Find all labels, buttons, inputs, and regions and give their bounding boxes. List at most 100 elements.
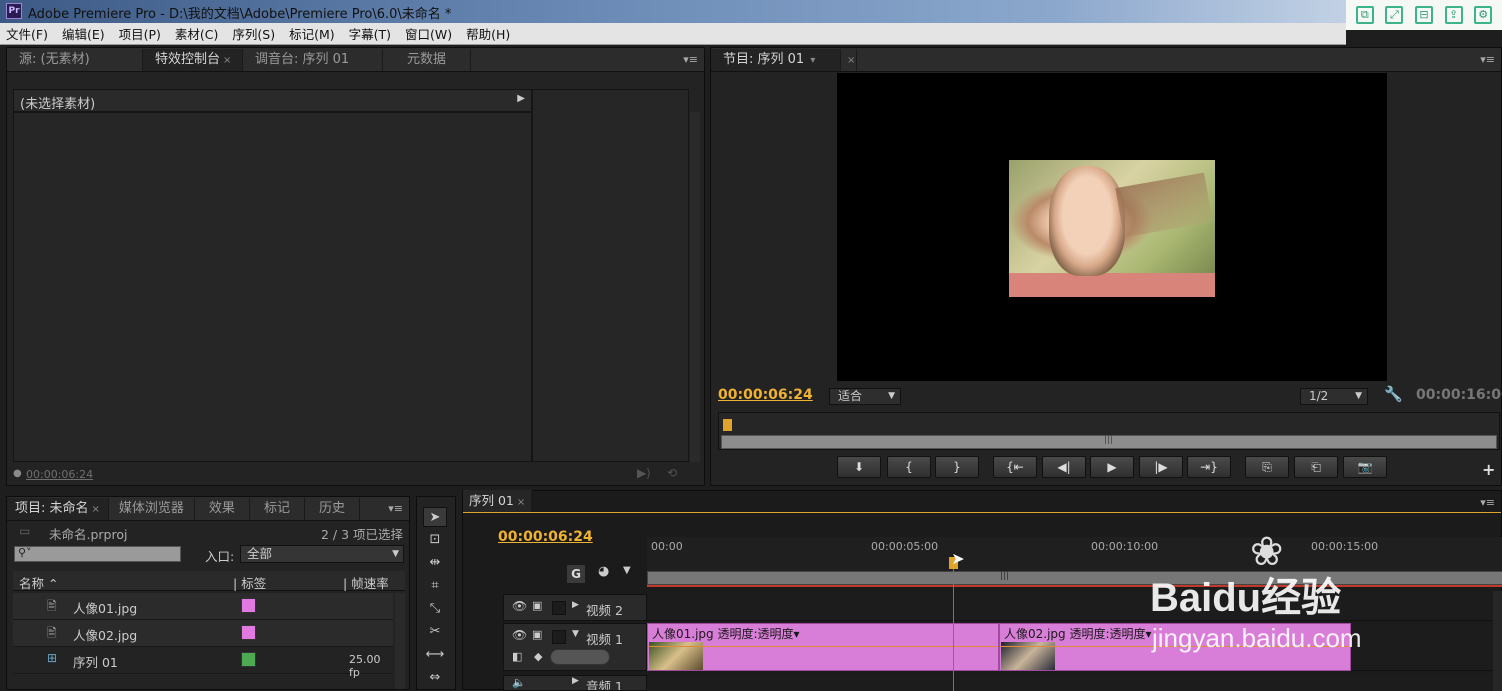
timeline-current-time[interactable]: 00:00:06:24 — [498, 529, 593, 545]
mark-in-button[interactable]: { — [887, 456, 931, 478]
program-time-ruler[interactable]: ||| — [718, 412, 1500, 450]
expand-arrow-icon[interactable]: ▶ — [517, 93, 525, 104]
project-item-row[interactable]: ⊞ 序列 01 25.00 fp — [13, 647, 393, 679]
expand-arrow-icon[interactable]: ▶ — [572, 676, 579, 686]
project-item-row[interactable]: 🖹 人像02.jpg — [13, 620, 393, 647]
add-marker-button[interactable]: ⬇ — [837, 456, 881, 478]
column-name[interactable]: 名称 ⌃ — [19, 573, 58, 592]
globe-marker-icon[interactable]: ◕ — [598, 564, 609, 579]
panel-menu-icon[interactable]: ▾≡ — [388, 502, 403, 515]
panel-menu-icon[interactable]: ▾≡ — [1480, 496, 1495, 509]
keyframe-navigator[interactable] — [550, 649, 610, 665]
display-style-icon[interactable]: ◧ — [512, 650, 522, 663]
menu-marker[interactable]: 标记(M) — [289, 24, 335, 43]
selection-tool-icon[interactable]: ➤ — [423, 507, 447, 527]
window-button-settings[interactable]: ⚙ — [1474, 6, 1493, 24]
menu-edit[interactable]: 编辑(E) — [62, 24, 105, 43]
tab-markers[interactable]: 标记 — [250, 498, 305, 520]
timeline-clip[interactable]: 人像01.jpg 透明度:透明度▾ — [647, 623, 999, 671]
close-icon[interactable]: × — [847, 55, 855, 66]
dropdown-icon[interactable]: ▾ — [807, 55, 815, 66]
go-to-out-button[interactable]: ⇥} — [1187, 456, 1231, 478]
vertical-scrollbar[interactable] — [395, 593, 405, 689]
lift-button[interactable]: ⎘ — [1245, 456, 1289, 478]
export-frame-button[interactable]: 📷 — [1343, 456, 1387, 478]
resolution-select[interactable]: 1/2 ▼ — [1300, 388, 1368, 405]
opacity-line[interactable] — [648, 646, 998, 647]
panel-menu-icon[interactable]: ▾≡ — [1480, 53, 1495, 66]
tab-sequence[interactable]: 序列 01 × — [463, 490, 533, 512]
menu-file[interactable]: 文件(F) — [6, 24, 48, 43]
wrench-icon[interactable]: 🔧 — [1384, 385, 1403, 403]
snap-icon[interactable]: G — [567, 565, 585, 583]
window-button-restore[interactable]: ⧉ — [1355, 6, 1374, 24]
track-select-tool-icon[interactable]: ⊡ — [423, 530, 447, 550]
project-item-row[interactable]: 🖹 人像01.jpg — [13, 593, 393, 620]
menu-help[interactable]: 帮助(H) — [466, 24, 510, 43]
go-to-in-button[interactable]: {⇤ — [993, 456, 1037, 478]
extract-button[interactable]: ⎗ — [1294, 456, 1338, 478]
add-marker-icon[interactable]: ▼ — [623, 565, 631, 576]
close-icon[interactable]: × — [92, 504, 100, 515]
menu-window[interactable]: 窗口(W) — [405, 24, 452, 43]
keyframe-icon[interactable]: ◆ — [534, 650, 542, 663]
tab-source[interactable]: 源: (无素材) — [7, 49, 143, 71]
window-button-share[interactable]: ⇪ — [1444, 6, 1463, 24]
add-button-icon[interactable]: + — [1482, 460, 1495, 479]
step-forward-button[interactable]: |▶ — [1139, 456, 1183, 478]
eye-icon[interactable]: 👁 — [512, 628, 527, 642]
window-button-expand[interactable]: ⤢ — [1385, 6, 1404, 24]
step-back-button[interactable]: ◀| — [1042, 456, 1086, 478]
razor-tool-icon[interactable]: ✂ — [423, 622, 447, 642]
tab-effects[interactable]: 效果 — [195, 498, 250, 520]
collapse-arrow-icon[interactable]: ▼ — [572, 629, 579, 639]
tab-close[interactable]: × — [841, 49, 857, 71]
play-button[interactable]: ▶ — [1090, 456, 1134, 478]
search-input[interactable]: ⚲˅ — [14, 546, 181, 562]
vertical-scrollbar[interactable] — [690, 112, 700, 462]
program-current-time[interactable]: 00:00:06:24 — [718, 387, 813, 403]
tab-program[interactable]: 节目: 序列 01 ▾ — [711, 49, 841, 71]
menu-project[interactable]: 项目(P) — [119, 24, 161, 43]
effect-timecode[interactable]: 00:00:06:24 — [26, 468, 93, 481]
vertical-scrollbar[interactable] — [1493, 591, 1502, 691]
in-select[interactable]: 全部 ▼ — [240, 545, 404, 563]
target-toggle[interactable] — [552, 630, 566, 644]
label-color-swatch[interactable] — [241, 625, 256, 640]
label-color-swatch[interactable] — [241, 652, 256, 667]
menu-sequence[interactable]: 序列(S) — [232, 24, 275, 43]
tab-metadata[interactable]: 元数据 — [383, 49, 471, 71]
tab-effect-controls[interactable]: 特效控制台 × — [143, 49, 243, 71]
rolling-edit-tool-icon[interactable]: ⌗ — [423, 576, 447, 596]
program-playhead[interactable] — [723, 419, 732, 431]
play-audio-icon[interactable]: ▶⟩ — [637, 466, 651, 480]
column-frame-rate[interactable]: | 帧速率 — [343, 573, 389, 592]
loop-icon[interactable]: ⟲ — [667, 466, 677, 480]
lock-track-icon[interactable]: ▣ — [532, 628, 542, 641]
slide-tool-icon[interactable]: ⇔ — [423, 668, 447, 688]
tab-media-browser[interactable]: 媒体浏览器 — [109, 498, 195, 520]
track-lane-audio-1[interactable] — [647, 675, 1502, 691]
tab-audio-mixer[interactable]: 调音台: 序列 01 — [243, 49, 383, 71]
label-color-swatch[interactable] — [241, 598, 256, 613]
lock-track-icon[interactable]: ▣ — [532, 599, 542, 612]
zoom-select[interactable]: 适合 ▼ — [829, 388, 901, 405]
timeline-playhead-line[interactable] — [953, 557, 955, 691]
close-icon[interactable]: × — [517, 497, 525, 508]
expand-arrow-icon[interactable]: ▶ — [572, 600, 579, 610]
menu-clip[interactable]: 素材(C) — [175, 24, 218, 43]
mark-out-button[interactable]: } — [935, 456, 979, 478]
close-icon[interactable]: × — [223, 55, 231, 66]
target-toggle[interactable] — [552, 601, 566, 615]
column-label[interactable]: | 标签 — [233, 573, 266, 592]
eye-icon[interactable]: 👁 — [512, 599, 527, 613]
panel-menu-icon[interactable]: ▾≡ — [683, 53, 698, 66]
ripple-edit-tool-icon[interactable]: ⇹ — [423, 553, 447, 573]
zoom-scrollbar[interactable]: ||| — [721, 435, 1497, 449]
tab-project[interactable]: 项目: 未命名 × — [7, 498, 109, 520]
window-button-save[interactable]: ⊟ — [1414, 6, 1433, 24]
slip-tool-icon[interactable]: ⟷ — [423, 645, 447, 665]
tab-history[interactable]: 历史 — [305, 498, 360, 520]
rate-stretch-tool-icon[interactable]: ⤡ — [423, 599, 447, 619]
menu-title[interactable]: 字幕(T) — [349, 24, 391, 43]
